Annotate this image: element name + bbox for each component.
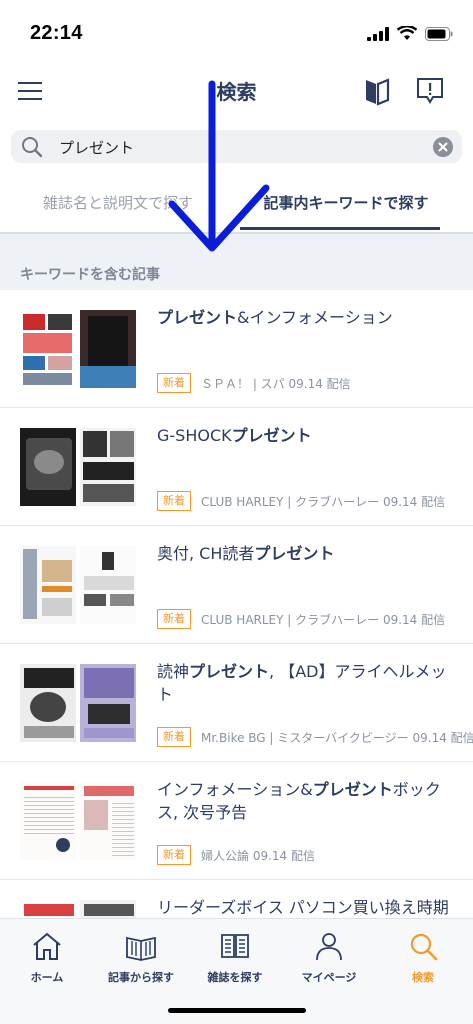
notice-icon [417,78,443,104]
article-title: 奥付, CH読者プレゼント [157,544,335,563]
tabbar-item-articles[interactable]: 記事から探す [94,929,188,985]
article-meta: 新着 ＳＰＡ！ | スパ 09.14 配信 [157,373,351,393]
article-title: 読神プレゼント, 【AD】アライヘルメット [157,662,447,704]
tabbar-label: 検索 [412,971,434,984]
article-meta: 新着 CLUB HARLEY | クラブハーレー 09.14 配信 [157,491,445,511]
article-item[interactable]: G-SHOCKプレゼント 新着 CLUB HARLEY | クラブハーレー 09… [0,408,473,526]
article-meta: 新着 婦人公論 09.14 配信 [157,845,315,865]
tab-underline [240,227,440,230]
search-mode-tabs: 雑誌名と説明文で探す 記事内キーワードで探す [0,178,473,232]
article-thumbnail [20,664,136,742]
article-thumbnail [20,310,136,388]
article-source: CLUB HARLEY | クラブハーレー 09.14 配信 [201,494,446,509]
status-icons [367,26,453,41]
section-header: キーワードを含む記事 [0,234,473,290]
status-time: 22:14 [30,22,83,44]
new-badge: 新着 [157,845,191,865]
home-indicator [168,1008,306,1013]
tabbar-label: ホーム [30,971,64,984]
tabbar-item-mypage[interactable]: マイページ [282,929,376,985]
article-thumbnail [20,782,136,860]
notice-button[interactable] [416,76,444,110]
article-title: インフォメーション&プレゼントボックス, 次号予告 [157,780,441,822]
section-label: キーワードを含む記事 [20,267,160,283]
new-badge: 新着 [157,727,191,747]
article-title: プレゼント&インフォメーション [157,308,393,327]
open-book-icon [126,936,156,961]
tabbar-label: 記事から探す [108,971,174,984]
tabbar-item-search[interactable]: 検索 [376,929,470,985]
tab-magazine-search[interactable]: 雑誌名と説明文で探す [0,178,236,232]
status-bar: 22:14 [0,0,473,64]
keyword-highlight: プレゼント [157,308,238,327]
new-badge: 新着 [157,609,191,629]
article-source: ＳＰＡ！ | スパ 09.14 配信 [201,376,351,391]
keyword-highlight: プレゼント [312,780,393,799]
tab-keyword-search[interactable]: 記事内キーワードで探す [236,178,456,232]
article-thumbnail [20,546,136,624]
guide-button[interactable] [364,76,390,110]
keyword-highlight: プレゼント [189,662,270,681]
home-icon [33,932,61,960]
book-icon [366,78,390,106]
tabbar-item-magazines[interactable]: 雑誌を探す [188,929,282,985]
tabbar-label: マイページ [301,971,357,984]
search-box [11,130,462,163]
clear-search-button[interactable] [433,137,453,157]
new-badge: 新着 [157,373,191,393]
battery-icon [425,26,453,41]
tabbar-item-home[interactable]: ホーム [0,929,94,985]
article-source: CLUB HARLEY | クラブハーレー 09.14 配信 [201,612,446,627]
article-source: 婦人公論 09.14 配信 [201,848,315,863]
close-icon [438,142,448,152]
article-title: G-SHOCKプレゼント [157,426,312,445]
article-meta: 新着 Mr.Bike BG | ミスターバイクビージー 09.14 配信 [157,727,473,747]
wifi-icon [397,26,417,40]
keyword-highlight: プレゼント [231,426,312,445]
search-icon [22,137,43,158]
person-icon [316,933,342,961]
keyword-highlight: プレゼント [254,544,335,563]
article-item[interactable]: インフォメーション&プレゼントボックス, 次号予告 新着 婦人公論 09.14 … [0,762,473,880]
article-item[interactable]: 読神プレゼント, 【AD】アライヘルメット 新着 Mr.Bike BG | ミス… [0,644,473,762]
article-source: Mr.Bike BG | ミスターバイクビージー 09.14 配信 [201,730,473,745]
tabbar-label: 雑誌を探す [207,971,263,984]
article-title: リーダーズボイス パソコン買い換え時期 [157,898,449,917]
magazine-icon [221,934,249,958]
article-list: プレゼント&インフォメーション 新着 ＳＰＡ！ | スパ 09.14 配信 G-… [0,290,473,998]
page-title: 検索 [216,80,257,104]
new-badge: 新着 [157,491,191,511]
article-item[interactable]: プレゼント&インフォメーション 新着 ＳＰＡ！ | スパ 09.14 配信 [0,290,473,408]
article-item[interactable]: 奥付, CH読者プレゼント 新着 CLUB HARLEY | クラブハーレー 0… [0,526,473,644]
search-icon [410,933,438,961]
search-input[interactable] [59,136,419,158]
nav-bar: 検索 [0,64,473,120]
signal-icon [367,26,389,41]
article-thumbnail [20,428,136,506]
article-meta: 新着 CLUB HARLEY | クラブハーレー 09.14 配信 [157,609,445,629]
